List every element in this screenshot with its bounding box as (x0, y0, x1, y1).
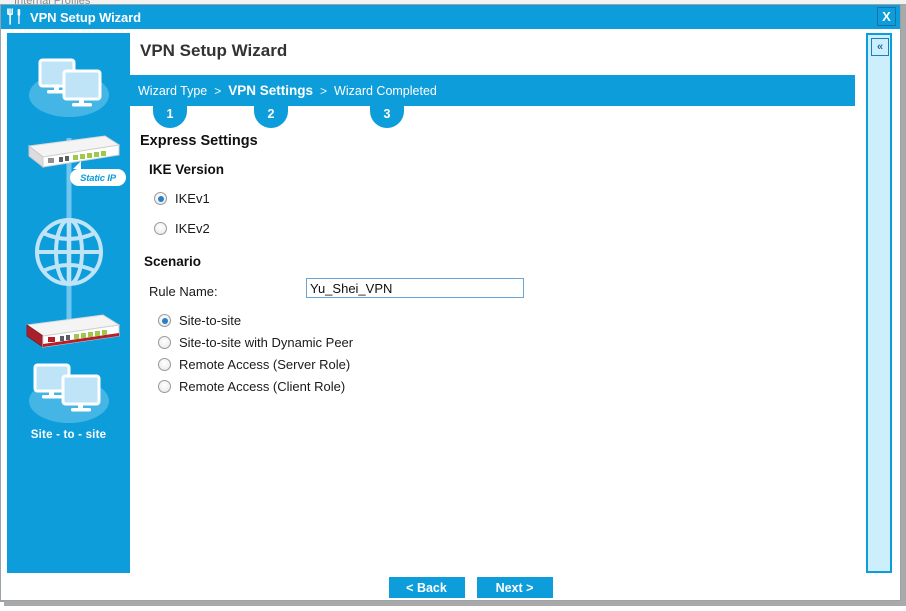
scenario-heading: Scenario (144, 254, 201, 269)
side-collapse-panel: « (866, 33, 892, 573)
step-vpn-settings[interactable]: VPN Settings (228, 83, 313, 98)
next-button[interactable]: Next > (477, 577, 553, 598)
wizard-content: VPN Setup Wizard Wizard Type > VPN Setti… (130, 29, 855, 600)
step-number-2[interactable]: 2 (254, 106, 288, 128)
radio-remote-access-client-role[interactable]: Remote Access (Client Role) (158, 379, 345, 394)
ike-version-heading: IKE Version (149, 162, 224, 177)
breadcrumb-separator: > (320, 84, 327, 98)
wizard-step-numbers: 1 2 3 (130, 106, 855, 128)
radio-indicator[interactable] (158, 380, 171, 393)
step-number-1[interactable]: 1 (153, 106, 187, 128)
page-title: VPN Setup Wizard (140, 41, 287, 61)
topology-graphic (7, 33, 130, 573)
step-number-3[interactable]: 3 (370, 106, 404, 128)
wizard-steps-bar: Wizard Type > VPN Settings > Wizard Comp… (130, 75, 855, 106)
express-settings-heading: Express Settings (140, 133, 258, 149)
window-right-edge (901, 4, 906, 602)
radio-indicator[interactable] (158, 314, 171, 327)
firewall-appliance-top (29, 136, 119, 167)
step-wizard-type[interactable]: Wizard Type (138, 84, 207, 98)
radio-label: IKEv2 (175, 221, 210, 236)
close-icon[interactable]: X (877, 7, 896, 26)
radio-indicator[interactable] (158, 358, 171, 371)
radio-label: Remote Access (Client Role) (179, 379, 345, 394)
radio-site-to-site[interactable]: Site-to-site (158, 313, 241, 328)
back-button[interactable]: < Back (389, 577, 465, 598)
radio-site-to-site-dynamic-peer[interactable]: Site-to-site with Dynamic Peer (158, 335, 353, 350)
radio-label: Site-to-site with Dynamic Peer (179, 335, 353, 350)
radio-indicator[interactable] (158, 336, 171, 349)
window-titlebar: VPN Setup Wizard X (1, 5, 900, 29)
collapse-panel-icon[interactable]: « (871, 38, 889, 56)
radio-indicator[interactable] (154, 222, 167, 235)
radio-label: Site-to-site (179, 313, 241, 328)
radio-ikev2[interactable]: IKEv2 (154, 221, 210, 236)
window-bottom-edge (4, 601, 906, 606)
static-ip-label: Static IP (73, 173, 123, 184)
window-title: VPN Setup Wizard (30, 10, 141, 25)
radio-label: IKEv1 (175, 191, 210, 206)
network-topology-illustration: Static IP Site - to - site (7, 33, 130, 573)
globe-icon (37, 220, 101, 284)
breadcrumb: Wizard Type > VPN Settings > Wizard Comp… (138, 75, 437, 106)
topology-caption: Site - to - site (7, 429, 130, 441)
radio-ikev1[interactable]: IKEv1 (154, 191, 210, 206)
radio-label: Remote Access (Server Role) (179, 357, 350, 372)
breadcrumb-separator: > (214, 84, 221, 98)
window-body: Static IP Site - to - site VPN Setup Wiz… (1, 29, 900, 600)
radio-remote-access-server-role[interactable]: Remote Access (Server Role) (158, 357, 350, 372)
vpn-setup-wizard-window: VPN Setup Wizard X (0, 4, 902, 602)
tools-icon (6, 8, 26, 26)
step-wizard-completed[interactable]: Wizard Completed (334, 84, 437, 98)
radio-indicator[interactable] (154, 192, 167, 205)
firewall-appliance-bottom (27, 315, 119, 347)
rule-name-label: Rule Name: (149, 284, 218, 299)
rule-name-input[interactable] (306, 278, 524, 298)
